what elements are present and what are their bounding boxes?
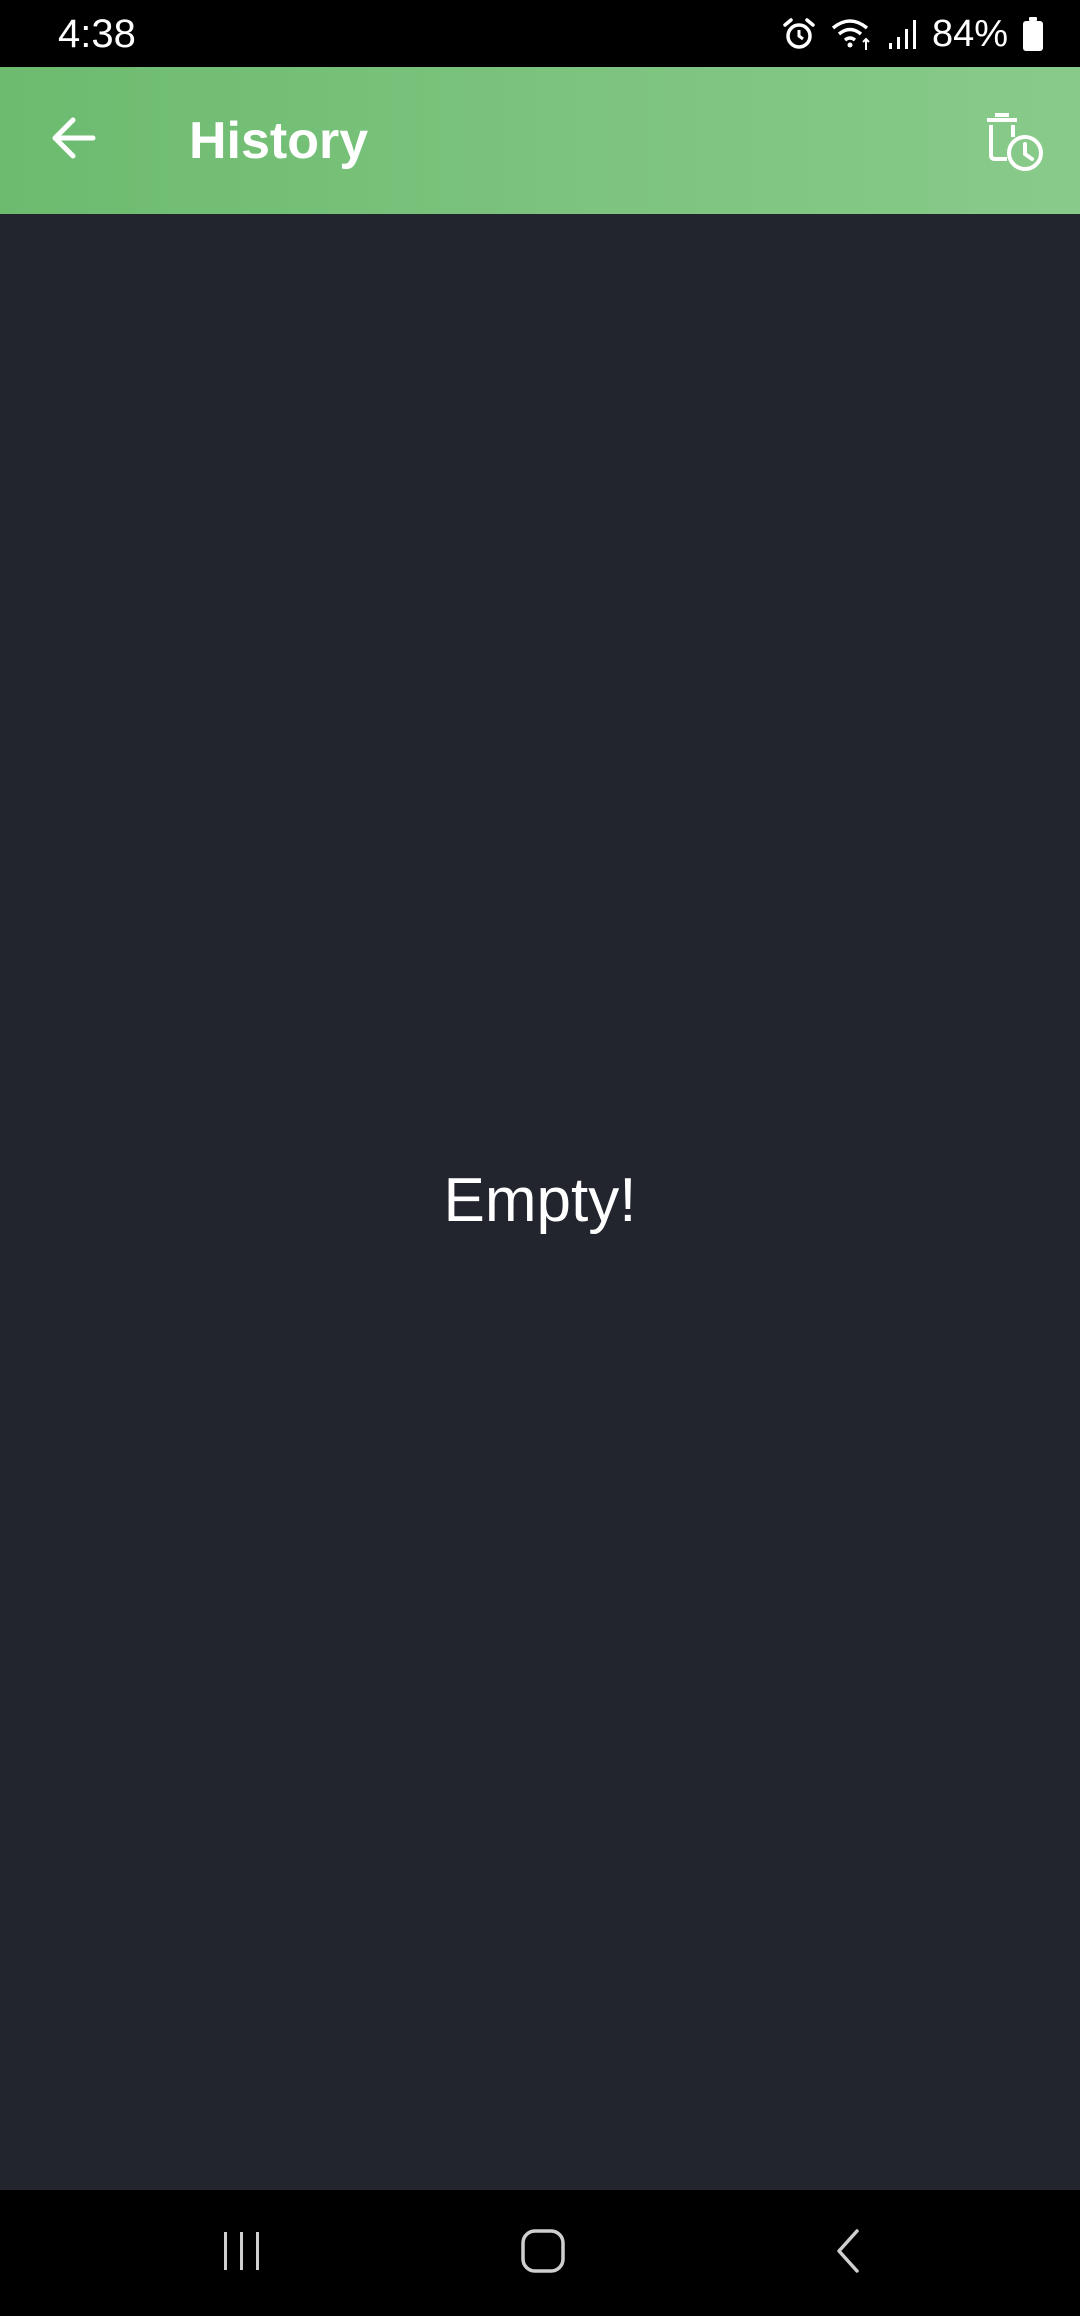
page-title: History bbox=[189, 112, 369, 170]
battery-percent: 84% bbox=[931, 13, 1008, 55]
system-back-button[interactable] bbox=[808, 2218, 888, 2288]
empty-state-text: Empty! bbox=[443, 1166, 637, 1235]
clear-history-button[interactable] bbox=[976, 105, 1054, 183]
status-time: 4:38 bbox=[58, 12, 136, 56]
app-bar: History bbox=[0, 67, 1080, 214]
history-list: Empty! bbox=[0, 214, 1080, 2190]
signal-icon bbox=[888, 17, 918, 51]
recents-button[interactable] bbox=[202, 2218, 282, 2288]
home-icon bbox=[520, 2228, 566, 2279]
back-icon bbox=[833, 2227, 863, 2280]
battery-icon bbox=[1022, 16, 1044, 52]
arrow-left-icon bbox=[49, 116, 97, 165]
recents-icon bbox=[217, 2229, 267, 2278]
alarm-icon bbox=[782, 17, 816, 51]
status-icons: 84% bbox=[782, 12, 1044, 56]
navigation-bar bbox=[0, 2190, 1080, 2316]
back-button[interactable] bbox=[38, 105, 108, 175]
screen: 4:38 84% History Empty! bbox=[0, 0, 1080, 2316]
wifi-icon bbox=[830, 17, 874, 51]
status-bar: 4:38 84% bbox=[0, 0, 1080, 67]
delete-history-icon bbox=[985, 111, 1045, 178]
home-button[interactable] bbox=[503, 2218, 583, 2288]
